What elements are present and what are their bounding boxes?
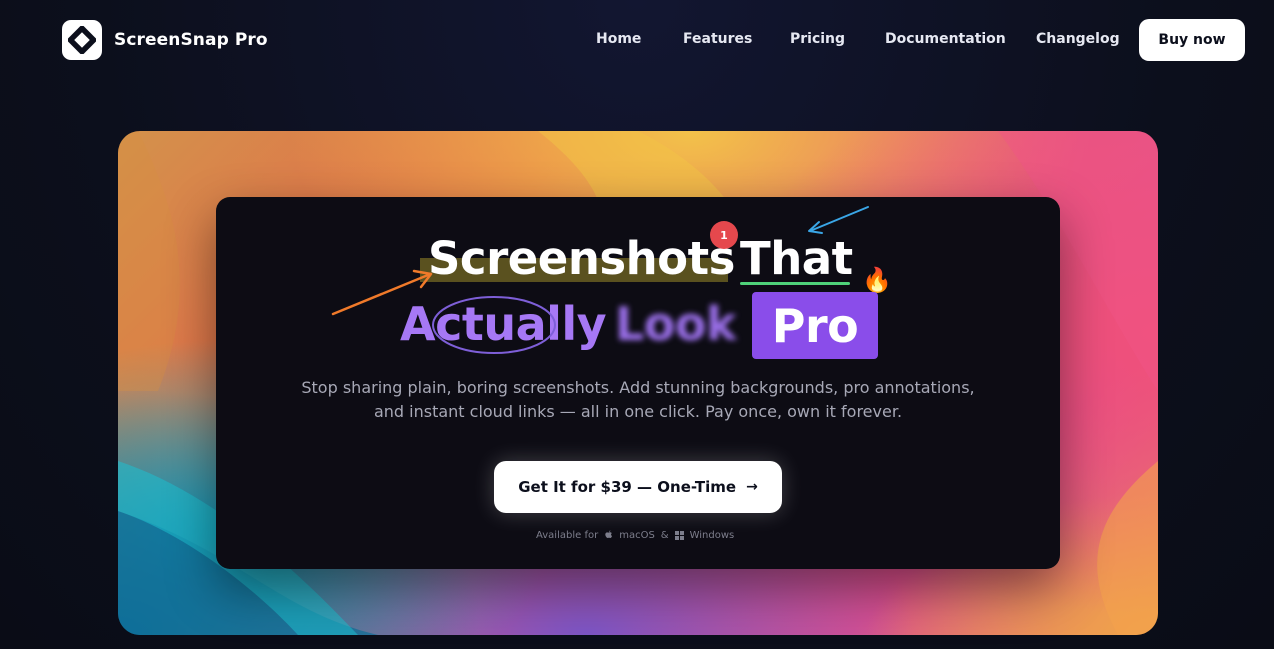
nav-documentation-link[interactable]: Documentation <box>885 31 1006 47</box>
nav-pricing-link[interactable]: Pricing <box>790 31 845 47</box>
landing-page: ScreenSnap Pro Home Features Pricing Doc… <box>0 0 1274 649</box>
available-prefix: Available for <box>536 529 599 541</box>
apple-icon <box>605 530 613 538</box>
headline-word-pro-box: Pro <box>752 292 878 359</box>
windows-icon <box>674 530 684 540</box>
brand[interactable]: ScreenSnap Pro <box>62 20 268 60</box>
buy-cta-button[interactable]: Get It for $39 — One-Time → <box>494 461 782 513</box>
headline-word-actually: Actually <box>400 297 607 351</box>
arrow-right-icon: → <box>746 479 758 495</box>
headline-word-look-blurred: Look <box>615 297 737 351</box>
top-nav: ScreenSnap Pro Home Features Pricing Doc… <box>0 0 1274 80</box>
fire-icon: 🔥 <box>862 266 892 294</box>
nav-home-link[interactable]: Home <box>596 31 641 47</box>
platform-separator: & <box>660 529 669 541</box>
green-underline-annotation <box>740 282 850 285</box>
step-badge: 1 <box>710 221 738 249</box>
hero-subtitle: Stop sharing plain, boring screenshots. … <box>301 378 975 421</box>
buy-now-button[interactable]: Buy now <box>1139 19 1245 61</box>
logo-icon <box>62 20 102 60</box>
platform-macos: macOS <box>619 529 655 541</box>
platform-availability: Available for macOS & Windows <box>536 528 740 542</box>
headline-word-that: That <box>740 232 853 285</box>
nav-features-link[interactable]: Features <box>683 31 752 47</box>
cta-label: Get It for $39 — One-Time <box>518 478 737 496</box>
headline-word-screenshots: Screenshots <box>428 232 735 285</box>
platform-windows: Windows <box>689 529 735 541</box>
brand-name: ScreenSnap Pro <box>114 30 268 50</box>
nav-changelog-link[interactable]: Changelog <box>1036 31 1120 47</box>
